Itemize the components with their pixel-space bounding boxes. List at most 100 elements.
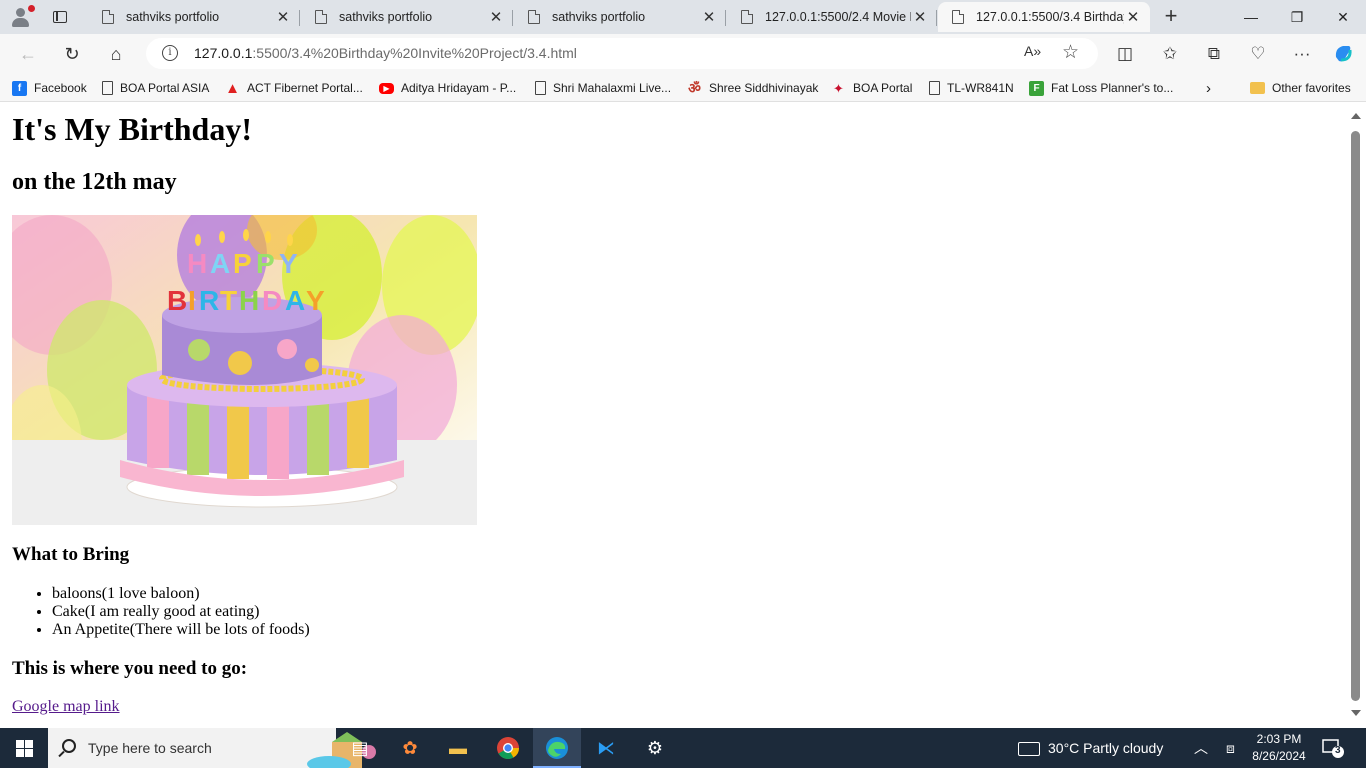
close-window-button[interactable]: ✕ [1320, 0, 1366, 34]
svg-text:A: A [285, 285, 305, 316]
tab-title: 127.0.0.1:5500/3.4 Birthday [976, 10, 1124, 24]
restore-button[interactable]: ❐ [1274, 0, 1320, 34]
facebook-icon: f [12, 80, 27, 96]
svg-text:Y: Y [306, 285, 325, 316]
close-icon[interactable]: ✕ [911, 8, 929, 26]
bookmark-aditya-hridayam[interactable]: ▶ Aditya Hridayam - P... [379, 79, 516, 97]
system-clock[interactable]: 2:03 PM 8/26/2024 [1248, 731, 1310, 765]
add-favorite-star-icon[interactable]: ☆ [1062, 41, 1079, 64]
bookmark-boa-portal-asia[interactable]: BOA Portal ASIA [102, 79, 209, 97]
refresh-button[interactable]: ↻ [58, 40, 86, 68]
profile-avatar[interactable] [8, 5, 35, 29]
list-item: Cake(I am really good at eating) [52, 603, 310, 621]
close-icon[interactable]: ✕ [1124, 8, 1142, 26]
edge-icon[interactable] [533, 728, 581, 768]
tab-actions-icon[interactable] [44, 6, 76, 28]
act-logo-icon: ▲ [225, 79, 240, 97]
notification-center-icon[interactable]: 3 [1322, 738, 1344, 758]
bookmark-label: Shri Mahalaxmi Live... [553, 81, 672, 95]
bookmark-label: ACT Fibernet Portal... [247, 81, 363, 95]
bookmark-label: Fat Loss Planner's to... [1051, 81, 1174, 95]
scroll-down-arrow-icon[interactable] [1351, 710, 1361, 716]
tab-5-active[interactable]: 127.0.0.1:5500/3.4 Birthday ✕ [938, 2, 1150, 32]
clock-date: 8/26/2024 [1252, 749, 1306, 763]
notification-count-badge: 3 [1335, 745, 1341, 756]
split-screen-icon[interactable]: ◫ [1113, 42, 1137, 66]
scrollbar-thumb[interactable] [1351, 131, 1360, 701]
bookmark-fat-loss-planner[interactable]: F Fat Loss Planner's to... [1029, 79, 1173, 97]
toolbar: ← ↻ ⌂ i 127.0.0.1:5500/3.4%20Birthday%20… [0, 34, 1366, 74]
page-viewport: It's My Birthday! on the 12th may H A P … [0, 103, 1348, 726]
bookmark-shri-mahalaxmi[interactable]: Shri Mahalaxmi Live... [535, 79, 671, 97]
om-icon: ॐ [688, 79, 701, 96]
other-favorites[interactable]: Other favorites [1250, 79, 1351, 97]
bookmarks-bar: f Facebook BOA Portal ASIA ▲ ACT Fiberne… [0, 74, 1366, 102]
birthday-cake-image: H A P P Y B I R T H D A Y [12, 215, 477, 525]
url-text[interactable]: 127.0.0.1:5500/3.4%20Birthday%20Invite%2… [194, 45, 577, 61]
back-button[interactable]: ← [14, 40, 42, 68]
bookmark-label: BOA Portal ASIA [120, 81, 210, 95]
clock-time: 2:03 PM [1256, 732, 1302, 746]
list-item: An Appetite(There will be lots of foods) [52, 621, 310, 639]
tab-title: sathviks portfolio [126, 10, 220, 24]
bookmark-facebook[interactable]: f Facebook [12, 79, 87, 97]
page-icon [528, 10, 540, 24]
minimize-button[interactable]: — [1228, 0, 1274, 34]
tab-2[interactable]: sathviks portfolio ✕ [301, 2, 513, 32]
more-menu-icon[interactable]: ··· [1290, 42, 1314, 66]
favorites-icon[interactable]: ✩ [1158, 42, 1182, 66]
tab-1[interactable]: sathviks portfolio ✕ [88, 2, 300, 32]
close-icon[interactable]: ✕ [700, 8, 718, 26]
youtube-icon: ▶ [379, 82, 394, 94]
page-subtitle: on the 12th may [12, 169, 177, 195]
tab-3[interactable]: sathviks portfolio ✕ [514, 2, 726, 32]
address-bar[interactable]: i 127.0.0.1:5500/3.4%20Birthday%20Invite… [146, 38, 1098, 69]
list-item: baloons(1 love baloon) [52, 585, 310, 603]
close-icon[interactable]: ✕ [487, 8, 505, 26]
bookmark-tl-wr841n[interactable]: TL-WR841N [929, 79, 1014, 97]
file-explorer-icon[interactable]: ▬ [434, 728, 482, 768]
scroll-up-arrow-icon[interactable] [1351, 113, 1361, 119]
copilot-icon[interactable] [1331, 42, 1355, 66]
new-tab-button[interactable]: + [1158, 5, 1184, 29]
tab-strip: sathviks portfolio ✕ sathviks portfolio … [0, 0, 1366, 34]
vscode-icon[interactable]: ⧔ [582, 728, 630, 768]
google-map-link[interactable]: Google map link [12, 698, 120, 716]
copilot-app-icon[interactable]: ✿ [386, 728, 434, 768]
svg-text:B: B [167, 285, 187, 316]
bookmark-label: Aditya Hridayam - P... [401, 81, 517, 95]
search-icon [62, 739, 76, 753]
boa-logo-icon: ✦ [833, 80, 844, 96]
search-placeholder: Type here to search [88, 740, 212, 756]
vertical-scrollbar[interactable] [1348, 103, 1366, 726]
start-button[interactable] [0, 728, 48, 768]
bookmark-boa-portal[interactable]: ✦ BOA Portal [831, 79, 912, 97]
bring-list: baloons(1 love baloon) Cake(I am really … [52, 585, 310, 639]
svg-text:T: T [220, 285, 237, 316]
svg-text:P: P [233, 248, 252, 279]
task-view-icon[interactable]: ▤ [336, 728, 384, 768]
home-button[interactable]: ⌂ [102, 40, 130, 68]
settings-gear-icon[interactable]: ⚙ [631, 728, 679, 768]
network-icon[interactable]: ⧈ [1226, 728, 1235, 768]
collections-icon[interactable]: ⧉ [1202, 42, 1226, 66]
bookmark-shree-siddhivinayak[interactable]: ॐ Shree Siddhivinayak [687, 79, 818, 97]
more-bookmarks-chevron-icon[interactable]: › [1206, 79, 1211, 97]
show-hidden-icons-chevron-icon[interactable]: ︿ [1194, 728, 1208, 768]
profile-notification-dot [28, 5, 35, 12]
bookmark-act-fibernet[interactable]: ▲ ACT Fibernet Portal... [225, 79, 363, 97]
folder-icon [1250, 82, 1265, 94]
close-icon[interactable]: ✕ [274, 8, 292, 26]
bookmark-label: TL-WR841N [947, 81, 1014, 95]
browser-essentials-icon[interactable]: ♡ [1246, 42, 1270, 66]
weather-widget[interactable]: 30°C Partly cloudy [1018, 728, 1163, 768]
fat-loss-icon: F [1029, 80, 1044, 96]
site-info-icon[interactable]: i [162, 45, 178, 61]
svg-text:R: R [199, 285, 219, 316]
read-aloud-icon[interactable]: A» [1024, 43, 1041, 59]
page-title: It's My Birthday! [12, 111, 252, 147]
chrome-icon[interactable] [484, 728, 532, 768]
weather-text: 30°C Partly cloudy [1048, 740, 1164, 756]
taskbar-search-box[interactable]: Type here to search [48, 728, 376, 768]
tab-4[interactable]: 127.0.0.1:5500/2.4 Movie Ra ✕ [727, 2, 937, 32]
